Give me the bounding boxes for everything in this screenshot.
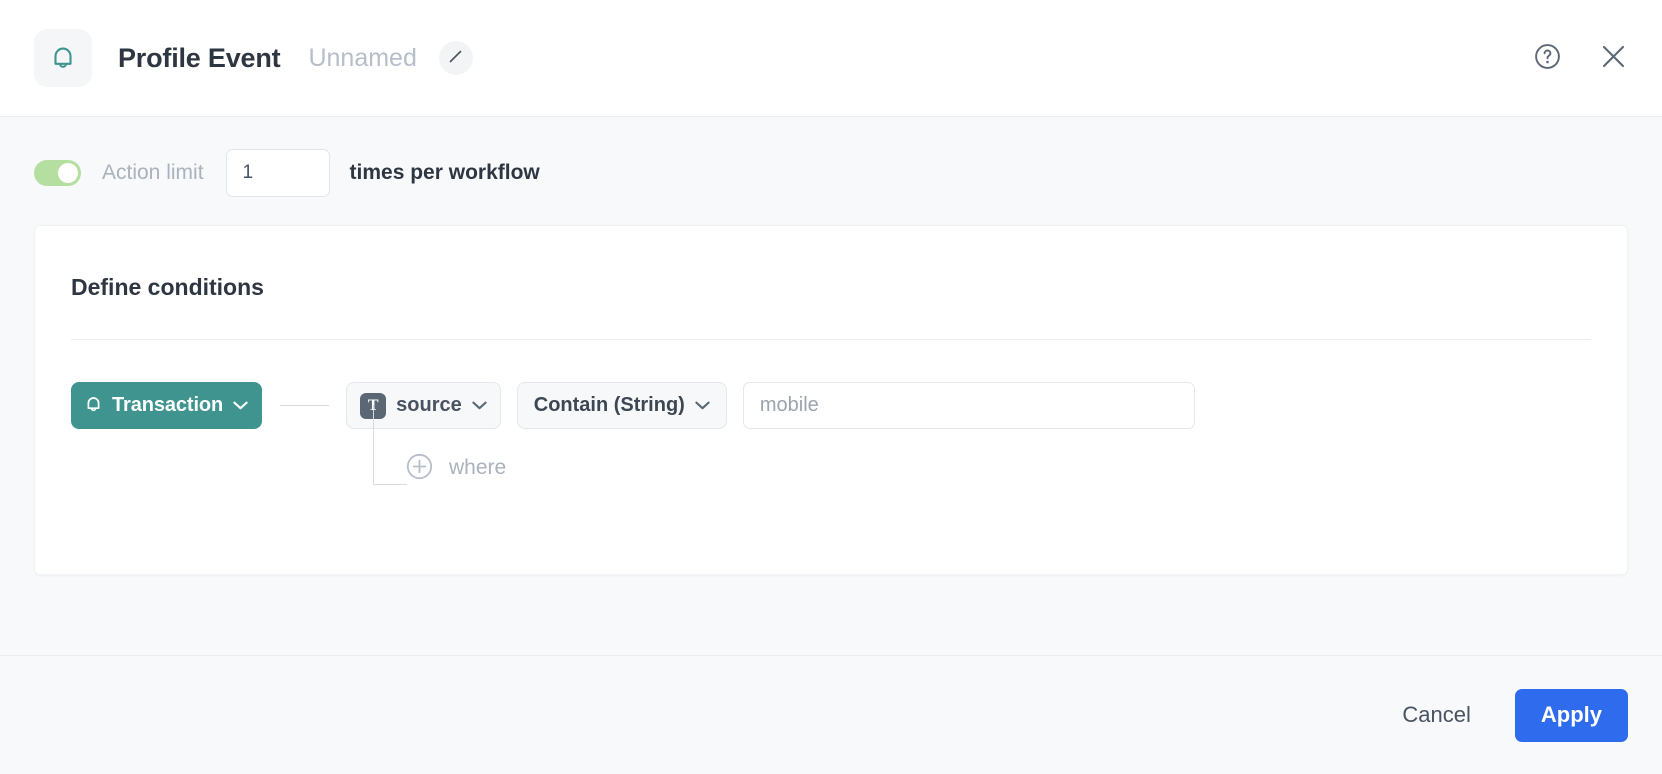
property-selector-label: source [396, 394, 462, 416]
page-title: Profile Event [118, 42, 281, 73]
operator-selector[interactable]: Contain (String) [516, 382, 727, 429]
action-limit-toggle[interactable] [34, 160, 81, 186]
condition-value-input[interactable] [742, 382, 1195, 429]
help-button[interactable] [1532, 43, 1562, 73]
chevron-down-icon [472, 397, 487, 415]
apply-button[interactable]: Apply [1514, 688, 1628, 742]
add-where-button[interactable]: where [406, 453, 506, 483]
operator-selector-label: Contain (String) [533, 394, 685, 416]
define-conditions-card: Define conditions Transaction T source C… [34, 225, 1628, 575]
bell-icon [85, 395, 102, 417]
add-where-label: where [449, 456, 507, 479]
plus-circle-icon [406, 453, 433, 483]
help-circle-icon [1534, 43, 1561, 73]
property-selector[interactable]: T source [346, 382, 501, 429]
chevron-down-icon [233, 398, 248, 413]
condition-builder: Transaction T source Contain (String) mo… [35, 340, 1627, 499]
event-selector-label: Transaction [112, 394, 224, 416]
text-type-icon: T [360, 392, 387, 419]
tree-connector-horizontal [262, 382, 346, 429]
add-where-row: where [71, 405, 1627, 499]
modal-footer: Cancel Apply [0, 655, 1662, 774]
bell-icon [34, 29, 92, 87]
edit-name-button[interactable] [438, 41, 473, 75]
action-limit-row: Action limit times per workflow [0, 117, 1662, 225]
modal-body: Action limit times per workflow Define c… [0, 117, 1662, 655]
header-right-group [1532, 43, 1628, 73]
cancel-button[interactable]: Cancel [1396, 692, 1476, 738]
chevron-down-icon [695, 397, 710, 415]
action-limit-input[interactable] [225, 149, 330, 197]
action-limit-suffix: times per workflow [349, 161, 540, 184]
define-conditions-title: Define conditions [71, 274, 264, 300]
close-icon [1599, 42, 1628, 74]
page-subtitle: Unnamed [308, 43, 417, 72]
profile-event-modal: Profile Event Unnamed Action limit 1 tim… [0, 0, 1662, 774]
event-selector-chip[interactable]: Transaction [71, 382, 263, 429]
close-button[interactable] [1598, 43, 1628, 73]
condition-row: Transaction T source Contain (String) mo… [71, 382, 1627, 429]
header-left-group: Profile Event Unnamed [34, 29, 473, 87]
pencil-icon [447, 48, 464, 68]
action-limit-label: Action limit [102, 161, 204, 184]
modal-header: Profile Event Unnamed [0, 0, 1662, 117]
